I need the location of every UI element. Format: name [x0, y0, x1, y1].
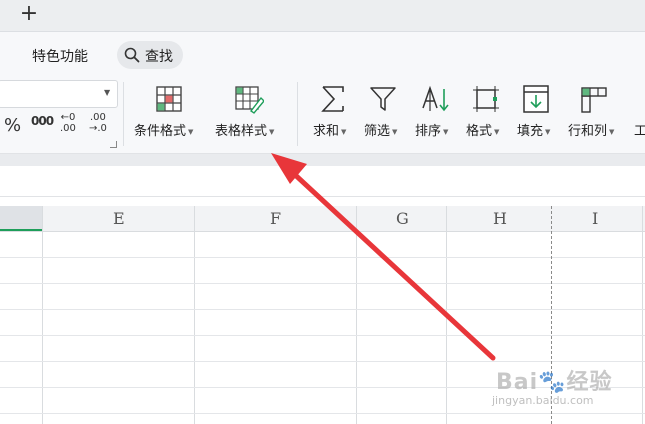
watermark-logo: Bai🐾经验 [496, 370, 613, 395]
annotation-arrow [271, 153, 496, 361]
watermark-site: jingyan.baidu.com [492, 394, 594, 407]
